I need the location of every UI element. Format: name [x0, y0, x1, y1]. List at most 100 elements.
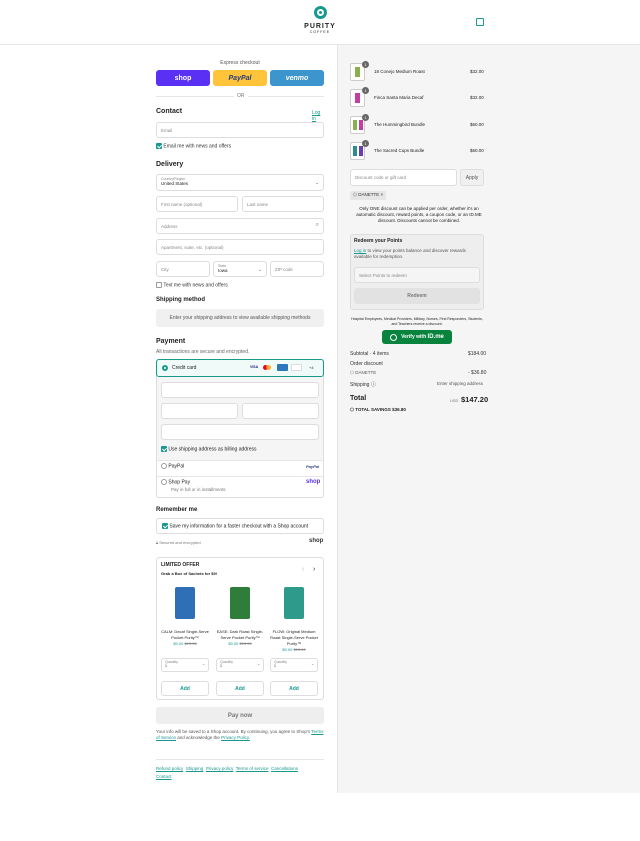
cart-item: 1 The Hummingbird Bundle $60.00 [350, 114, 640, 136]
brand-logo[interactable]: PURITY COFFEE [302, 6, 338, 34]
idme-note: Hospital Employees, Medical Providers, M… [351, 317, 483, 326]
privacy-link[interactable]: Privacy Policy. [221, 735, 250, 740]
shipping-link[interactable]: Shipping [186, 766, 204, 771]
remember-me-option[interactable]: Save my information for a faster checkou… [156, 518, 324, 534]
discover-icon [291, 364, 302, 371]
checkbox-checked-icon[interactable] [161, 446, 167, 452]
address-input[interactable]: Address ⌕ [156, 218, 324, 234]
paypal-option[interactable]: PayPal [161, 463, 184, 469]
offer-quantity-select[interactable]: Quantity 1 ⌄ [216, 658, 264, 672]
payment-subtitle: All transactions are secure and encrypte… [156, 349, 250, 355]
offer-product-name: CALM: Decaf Single-Serve Pocket Purity™ [161, 629, 209, 640]
checkbox-checked-icon[interactable] [156, 143, 162, 149]
venmo-button[interactable]: venmo [270, 70, 324, 86]
product-image [284, 587, 304, 619]
shop-pay-button[interactable]: shop [156, 70, 210, 86]
or-label: OR [234, 93, 248, 99]
paypal-option-label: PayPal [168, 463, 185, 470]
contact-link[interactable]: Contact [156, 774, 172, 779]
credit-card-option[interactable]: Credit card VISA +4 [156, 359, 324, 377]
card-name-input[interactable] [161, 424, 319, 440]
country-select[interactable]: Country/Region United States ⌄ [156, 174, 324, 191]
last-name-input[interactable]: Last name [242, 196, 324, 212]
offer-quantity-select[interactable]: Quantity 1 ⌄ [270, 658, 318, 672]
zip-input[interactable]: ZIP code [270, 261, 324, 277]
first-name-input[interactable]: First name (optional) [156, 196, 238, 212]
credit-card-label: Credit card [172, 365, 197, 371]
product-image [230, 587, 250, 619]
address-placeholder: Address [161, 223, 178, 229]
text-news-option[interactable]: Text me with news and offers [156, 282, 228, 288]
redeem-login-link[interactable]: Log in [354, 248, 366, 253]
lock-icon: 🔒︎ [156, 540, 159, 545]
divider [156, 759, 324, 760]
radio-unselected-icon[interactable] [161, 479, 167, 485]
card-cvc-input[interactable] [242, 403, 319, 419]
privacy-policy-link[interactable]: Privacy policy [206, 766, 234, 771]
apply-button[interactable]: Apply [460, 169, 484, 186]
help-circle-icon[interactable]: ⓘ [371, 382, 376, 388]
points-select[interactable]: Select Points to redeem [354, 267, 480, 283]
discount-code-input[interactable]: Discount code or gift card [350, 169, 457, 186]
billing-option[interactable]: Use shipping address as billing address [161, 446, 257, 452]
divider [157, 476, 323, 477]
state-select[interactable]: State Iowa ⌄ [213, 261, 267, 277]
close-icon[interactable]: × [380, 192, 383, 197]
discount-tag: ⬡ DANETTE × [350, 191, 387, 200]
quantity-badge: 1 [362, 140, 369, 147]
email-input[interactable]: Email [156, 122, 324, 138]
logo-mark-icon [313, 6, 327, 19]
cart-bag-icon[interactable] [476, 18, 484, 26]
checkbox-checked-icon[interactable] [162, 523, 168, 529]
apartment-input[interactable]: Apartment, suite, etc. (optional) [156, 239, 324, 255]
refund-policy-link[interactable]: Refund policy [156, 766, 183, 771]
carousel-next-icon[interactable]: › [313, 566, 315, 573]
divider [157, 460, 323, 461]
pay-now-button[interactable]: Pay now [156, 707, 324, 724]
cancellations-link[interactable]: Cancellations [271, 766, 298, 771]
redeem-button[interactable]: Redeem [354, 288, 480, 304]
quantity-value: 1 [165, 664, 167, 668]
paypal-button[interactable]: PayPal [213, 70, 267, 86]
offer-add-button[interactable]: Add [216, 681, 264, 696]
total-value: $147.20 [461, 395, 489, 404]
cart-item-price: $32.00 [470, 95, 484, 100]
offer-quantity-select[interactable]: Quantity 1 ⌄ [161, 658, 209, 672]
radio-selected-icon[interactable] [162, 365, 168, 371]
carousel-prev-icon[interactable]: ‹ [302, 566, 304, 573]
cart-item-price: $60.00 [470, 148, 484, 153]
total-label: Total [350, 395, 367, 402]
product-thumbnail: 1 [350, 140, 369, 160]
login-link[interactable]: Log in [312, 110, 324, 122]
cart-item: 1 The Sacred Cups Bundle $60.00 [350, 140, 640, 162]
country-value: United States [161, 181, 189, 186]
shop-logo-icon: shop [306, 479, 321, 485]
verify-label: Verify with [401, 334, 427, 340]
offer-old-price: $13.00 [184, 641, 197, 646]
offer-add-button[interactable]: Add [161, 681, 209, 696]
offer-product-name: FLOW: Original Medium Roast Single-Serve… [270, 629, 318, 646]
currency-label: USD [450, 398, 459, 403]
order-discount-amount: - $36.80 [468, 370, 487, 376]
paypal-logo-icon: PayPal [306, 464, 320, 469]
card-number-input[interactable] [161, 382, 319, 398]
email-news-option[interactable]: Email me with news and offers [156, 143, 231, 149]
cart-item: 1 Finca Santa Maria Decaf $32.00 [350, 87, 640, 109]
billing-label: Use shipping address as billing address [168, 446, 257, 453]
discount-note: Only ONE discount can be applied per ord… [356, 206, 482, 223]
offer-add-button[interactable]: Add [270, 681, 318, 696]
order-summary-content: 1 18 Conejo Medium Roast $32.00 1 Finca … [337, 45, 640, 465]
redeem-title: Redeem your Points [354, 238, 403, 244]
city-input[interactable]: City [156, 261, 210, 277]
shop-pay-option[interactable]: Shop Pay [161, 479, 190, 485]
card-expiry-input[interactable] [161, 403, 238, 419]
chevron-down-icon: ⌄ [257, 662, 260, 666]
quantity-badge: 1 [362, 61, 369, 68]
checkbox-unchecked-icon[interactable] [156, 282, 162, 288]
chevron-down-icon: ⌄ [315, 180, 319, 185]
terms-of-service-link[interactable]: Terms of service [236, 766, 269, 771]
verify-idme-button[interactable]: Verify with ID.me [382, 330, 452, 344]
radio-unselected-icon[interactable] [161, 463, 167, 469]
state-value: Iowa [218, 268, 228, 273]
product-thumbnail: 1 [350, 87, 369, 107]
